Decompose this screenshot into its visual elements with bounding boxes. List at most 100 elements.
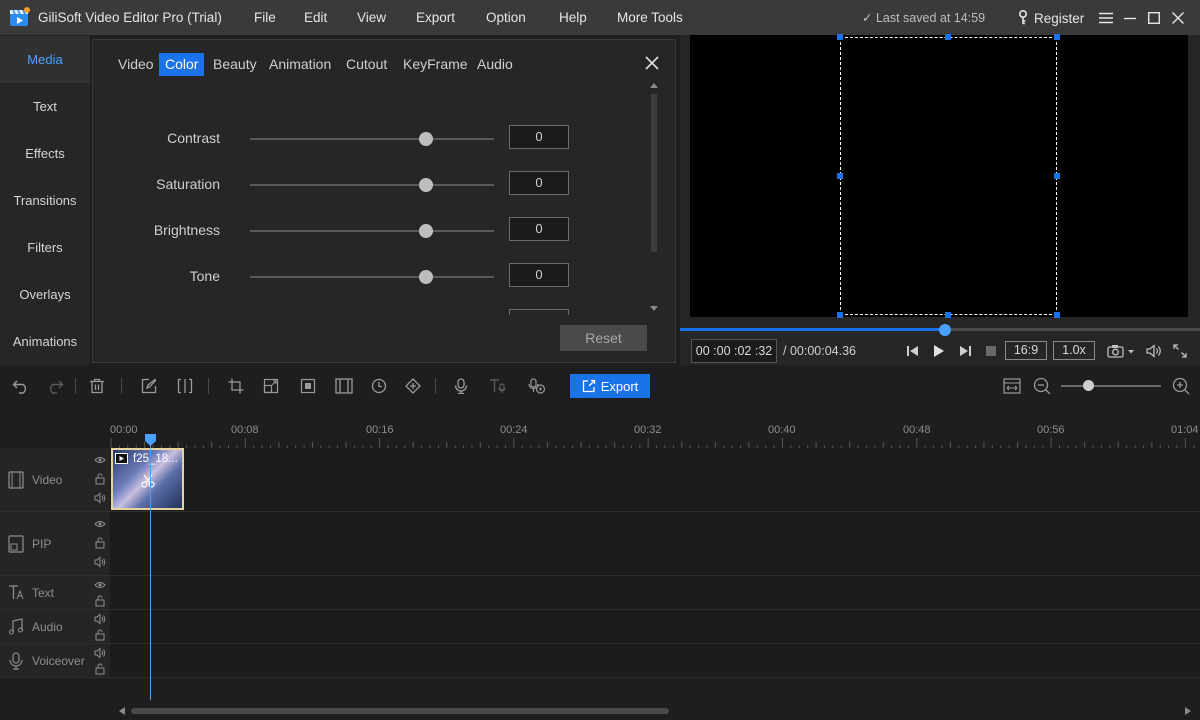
scroll-right-icon[interactable] [1184,706,1192,716]
resize-handle[interactable] [1054,34,1060,40]
contrast-slider-knob[interactable] [418,132,433,146]
tab-video[interactable]: Video [112,53,160,76]
next-frame-icon[interactable] [956,342,974,360]
preview-canvas[interactable] [690,34,1188,318]
resize-handle[interactable] [837,312,843,318]
brightness-slider-track[interactable] [250,230,494,232]
lock-icon[interactable] [94,663,106,675]
track-text[interactable]: Text [0,576,1200,610]
redo-icon[interactable] [45,376,65,396]
resize-handle[interactable] [1054,173,1060,179]
visibility-eye-icon[interactable] [94,579,106,591]
prev-frame-icon[interactable] [904,342,922,360]
speed-button[interactable]: 1.0x [1053,341,1095,360]
playback-progress-knob[interactable] [939,324,952,336]
track-pip[interactable]: PIP [0,512,1200,576]
lock-icon[interactable] [94,595,106,607]
scroll-left-icon[interactable] [118,706,126,716]
resize-handle[interactable] [945,312,951,318]
nav-media[interactable]: Media [0,36,90,83]
nav-animations[interactable]: Animations [0,318,90,365]
scissors-icon[interactable] [141,474,155,488]
export-button[interactable]: Export [570,374,650,398]
brightness-slider-knob[interactable] [418,224,433,238]
nav-text[interactable]: Text [0,83,90,130]
brightness-value-field[interactable]: 0 [509,217,569,241]
minimize-icon[interactable] [1120,8,1140,28]
menu-edit[interactable]: Edit [304,10,327,25]
saturation-slider-knob[interactable] [418,178,433,192]
playhead-line[interactable] [150,438,151,700]
snapshot-icon[interactable] [1106,342,1138,360]
mute-speaker-icon[interactable] [94,613,106,625]
mute-speaker-icon[interactable] [94,556,106,568]
edit-icon[interactable] [139,376,159,396]
timeline-horizontal-scrollbar[interactable] [131,708,669,714]
aspect-frame-icon[interactable] [334,376,354,396]
video-clip[interactable]: f25_18... [111,448,184,510]
tab-beauty[interactable]: Beauty [207,53,263,76]
menu-help[interactable]: Help [559,10,587,25]
tab-color[interactable]: Color [159,53,205,76]
register-button[interactable]: Register [1018,9,1084,27]
resize-handle[interactable] [837,173,843,179]
tone-slider-track[interactable] [250,276,494,278]
menu-export[interactable]: Export [416,10,455,25]
voice-changer-icon[interactable] [527,376,547,396]
stop-icon[interactable] [982,342,1000,360]
aspect-ratio-button[interactable]: 16:9 [1005,341,1047,360]
zoom-slider-track[interactable] [1061,385,1161,387]
keyframe-icon[interactable] [403,376,423,396]
tone-slider-knob[interactable] [418,270,433,284]
text-to-speech-icon[interactable] [488,376,508,396]
mute-speaker-icon[interactable] [94,492,106,504]
selection-box[interactable] [840,37,1057,315]
split-icon[interactable] [175,376,195,396]
playhead-handle[interactable] [145,434,156,446]
zoom-out-icon[interactable] [1032,376,1052,396]
tab-cutout[interactable]: Cutout [340,53,393,76]
microphone-icon[interactable] [451,376,471,396]
close-panel-icon[interactable] [644,55,660,71]
resize-icon[interactable] [261,376,281,396]
panel-scrollbar[interactable] [647,80,661,314]
mute-speaker-icon[interactable] [94,647,106,659]
menu-more-tools[interactable]: More Tools [617,10,683,25]
zoom-in-icon[interactable] [1171,376,1191,396]
zoom-slider-knob[interactable] [1083,380,1094,391]
lock-icon[interactable] [94,473,106,485]
tone-value-field[interactable]: 0 [509,263,569,287]
undo-icon[interactable] [11,376,31,396]
current-time-field[interactable]: 00 :00 :02 :32 [691,339,777,363]
mosaic-icon[interactable] [298,376,318,396]
lock-icon[interactable] [94,537,106,549]
maximize-icon[interactable] [1144,8,1164,28]
track-voiceover[interactable]: Voiceover [0,644,1200,678]
contrast-slider-track[interactable] [250,138,494,140]
tab-audio[interactable]: Audio [471,53,519,76]
reset-button[interactable]: Reset [560,325,647,351]
saturation-slider-track[interactable] [250,184,494,186]
contrast-value-field[interactable]: 0 [509,125,569,149]
menu-file[interactable]: File [254,10,276,25]
fullscreen-icon[interactable] [1171,342,1189,360]
visibility-eye-icon[interactable] [94,454,106,466]
volume-icon[interactable] [1145,342,1163,360]
play-icon[interactable] [930,342,948,360]
visibility-eye-icon[interactable] [94,518,106,530]
resize-handle[interactable] [1054,312,1060,318]
menu-option[interactable]: Option [486,10,526,25]
fit-timeline-icon[interactable] [1002,376,1022,396]
resize-handle[interactable] [837,34,843,40]
saturation-value-field[interactable]: 0 [509,171,569,195]
delete-icon[interactable] [87,376,107,396]
track-audio[interactable]: Audio [0,610,1200,644]
tab-keyframe[interactable]: KeyFrame [397,53,474,76]
crop-icon[interactable] [226,376,246,396]
menu-view[interactable]: View [357,10,386,25]
lock-icon[interactable] [94,629,106,641]
close-window-icon[interactable] [1168,8,1188,28]
duration-icon[interactable] [369,376,389,396]
hamburger-menu-icon[interactable] [1096,8,1116,28]
tab-animation[interactable]: Animation [263,53,337,76]
